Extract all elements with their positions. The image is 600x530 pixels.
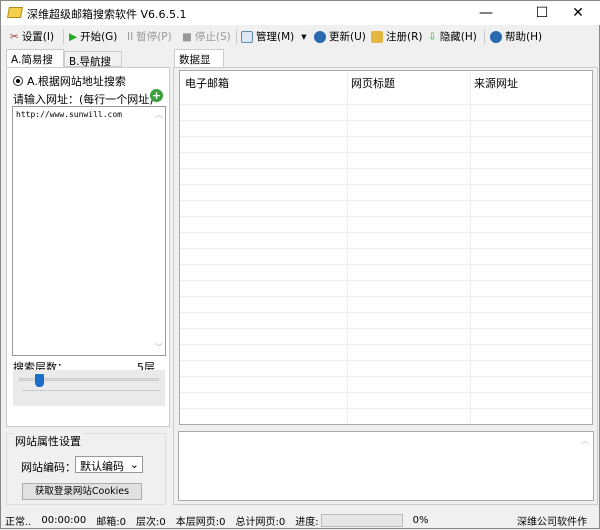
- stop-icon: ■: [182, 30, 192, 43]
- progress-bar: [320, 514, 403, 527]
- status-time: 00:00:00: [41, 515, 87, 526]
- table-row-line: [180, 376, 592, 377]
- table-row-line: [180, 296, 592, 297]
- url-prompt: 请输入网址：(每行一个网址): [13, 93, 154, 106]
- table-row-line: [180, 408, 592, 409]
- tools-icon: ✂: [10, 30, 19, 43]
- pause-icon: ⅠⅠ: [127, 30, 134, 43]
- table-row-line: [180, 264, 592, 265]
- table-row-line: [180, 328, 592, 329]
- update-button[interactable]: 更新(U): [314, 29, 366, 44]
- app-icon: [7, 7, 23, 18]
- status-bar: 正常.. 00:00:00 邮箱:0 层次:0 本层网页:0 总计网页:0 进度…: [1, 511, 600, 530]
- close-button[interactable]: ✕: [555, 1, 600, 25]
- dropdown-arrow-icon: ▾: [301, 30, 307, 43]
- register-button[interactable]: 注册(R): [371, 29, 423, 44]
- add-url-icon[interactable]: +: [150, 89, 163, 102]
- status-page-level: 本层网页:0: [175, 517, 226, 528]
- log-textarea[interactable]: ︿: [178, 431, 594, 501]
- stop-button[interactable]: ■ 停止(S): [182, 29, 231, 44]
- status-level: 层次:0: [136, 517, 166, 528]
- table-row-line: [180, 120, 592, 121]
- tab-data-display[interactable]: 数据显示: [174, 49, 224, 81]
- table-row-line: [180, 312, 592, 313]
- status-emails: 邮箱:0: [96, 517, 127, 528]
- radio-selected-icon: [13, 76, 23, 86]
- tab-nav-search[interactable]: B.导航搜索: [64, 51, 122, 83]
- table-row-line: [180, 392, 592, 393]
- window-title: 深维超级邮箱搜索软件 V6.6.5.1: [27, 8, 187, 21]
- get-cookies-button[interactable]: 获取登录网站Cookies: [22, 483, 142, 500]
- document-icon: [241, 30, 253, 43]
- tab-simple-search[interactable]: A.简易搜索: [6, 49, 64, 81]
- download-icon: ⇩: [428, 30, 437, 43]
- chevron-down-icon: ⌄: [129, 458, 139, 471]
- manage-button[interactable]: 管理(M) ▾: [241, 29, 307, 44]
- results-table[interactable]: 电子邮箱 网页标题 来源网址: [179, 70, 593, 425]
- minimize-button[interactable]: —: [463, 1, 509, 25]
- play-icon: ▶: [69, 30, 78, 43]
- help-button[interactable]: 帮助(H): [490, 29, 542, 44]
- simple-search-panel: A.根据网站地址搜索 请输入网址：(每行一个网址) + http://www.s…: [6, 67, 170, 427]
- table-row-line: [180, 248, 592, 249]
- table-row-line: [180, 344, 592, 345]
- table-row-line: [180, 216, 592, 217]
- table-row-line: [180, 104, 592, 105]
- slider-thumb[interactable]: [35, 374, 44, 387]
- separator: [236, 29, 237, 44]
- hide-button[interactable]: ⇩ 隐藏(H): [428, 29, 477, 44]
- table-row-line: [180, 424, 592, 425]
- progress-percent: 0%: [412, 515, 429, 526]
- pause-button[interactable]: ⅠⅠ 暂停(P): [127, 29, 172, 44]
- depth-slider[interactable]: [13, 370, 165, 406]
- column-header-title[interactable]: 网页标题: [351, 75, 395, 91]
- table-row-line: [180, 232, 592, 233]
- help-icon: [490, 30, 502, 43]
- separator: [484, 29, 485, 44]
- globe-icon: [314, 30, 326, 43]
- column-header-source[interactable]: 来源网址: [474, 75, 518, 91]
- slider-ticks: [23, 390, 159, 391]
- table-row-line: [180, 360, 592, 361]
- scroll-down-icon[interactable]: ﹀: [155, 342, 163, 353]
- status-state: 正常..: [5, 517, 32, 528]
- scroll-up-icon[interactable]: ︿: [155, 109, 163, 120]
- progress-label: 进度:: [295, 517, 319, 528]
- company-label: 深维公司软件作: [517, 517, 587, 528]
- separator: [63, 29, 64, 44]
- title-bar: 深维超级邮箱搜索软件 V6.6.5.1 — ☐ ✕: [1, 1, 600, 25]
- start-button[interactable]: ▶ 开始(G): [69, 29, 117, 44]
- encoding-label: 网站编码：: [21, 461, 76, 474]
- url-textarea[interactable]: http://www.sunwill.com ︿ ﹀: [12, 106, 166, 356]
- site-address-radio[interactable]: A.根据网站地址搜索: [13, 73, 126, 89]
- table-row-line: [180, 200, 592, 201]
- table-row-line: [180, 168, 592, 169]
- encoding-select[interactable]: 默认编码 ⌄: [75, 456, 143, 473]
- table-row-line: [180, 280, 592, 281]
- column-header-email[interactable]: 电子邮箱: [185, 75, 229, 91]
- table-row-line: [180, 152, 592, 153]
- settings-button[interactable]: ✂ 设置(I): [10, 29, 54, 44]
- scroll-up-icon[interactable]: ︿: [581, 435, 589, 446]
- site-settings-group: 网站属性设置 网站编码： 默认编码 ⌄ 获取登录网站Cookies: [6, 433, 166, 505]
- status-total: 总计网页:0: [235, 517, 286, 528]
- table-row-line: [180, 184, 592, 185]
- key-icon: [371, 30, 383, 43]
- table-row-line: [180, 136, 592, 137]
